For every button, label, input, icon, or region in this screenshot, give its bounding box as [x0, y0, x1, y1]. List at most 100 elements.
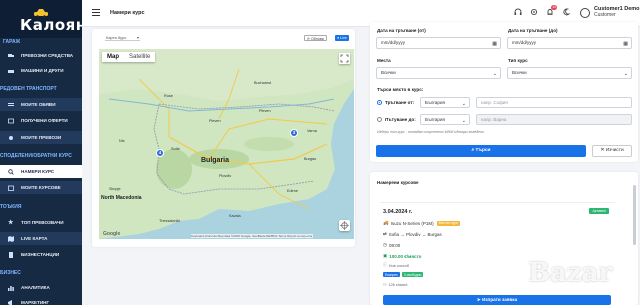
filter-card: Дата на тръгване (от) mm/dd/yyyy ▦ Дата …	[370, 22, 638, 162]
send-icon: ➤	[476, 297, 481, 302]
map-type-satellite[interactable]: Satellite	[124, 52, 155, 62]
sidebar-item-label: LIVE КАРТА	[21, 236, 48, 241]
bell-icon[interactable]: 10	[546, 5, 557, 16]
radio-to[interactable]	[377, 117, 382, 122]
money-icon: ▣	[383, 253, 388, 258]
sidebar-item-label: БИЗНЕСТАНЦИИ	[21, 252, 60, 257]
course-type-select[interactable]: Всички ⌄	[507, 67, 632, 79]
google-map[interactable]: Map Satellite Bucharest Ruse Pleven Plev…	[99, 49, 354, 239]
map-type-map[interactable]: Map	[102, 52, 124, 62]
express-tag: Експрес	[383, 272, 400, 277]
map-city-edirne: Edirne	[287, 189, 298, 193]
notifications-badge: 10	[551, 5, 557, 10]
list-item[interactable]: 3.04.2024 г. Активен 🚚 Isuzu N-Series (P…	[380, 202, 615, 305]
map-search-placeholder: Карта Курс	[106, 35, 127, 40]
section-regular: РЕДОВЕН ТРАНСПОРТ	[0, 86, 57, 92]
to-label: Пътуване до:	[385, 117, 416, 122]
courses-title: Намерени курсове	[377, 180, 419, 185]
watermark-logo: Bazar	[528, 258, 613, 288]
sidebar-item-marketing[interactable]: МАРКЕТИНГ	[0, 296, 82, 305]
sidebar-item-my-ads[interactable]: МОИТЕ ОБЯВИ	[0, 98, 82, 111]
sidebar-item-label: ТОП ПРЕВОЗВАЧИ	[21, 220, 64, 225]
course-payment-text: Нов способ	[388, 263, 410, 268]
from-city-placeholder: напр. София	[481, 100, 508, 105]
star-icon: ★	[8, 219, 14, 226]
course-type-label: Тип курс	[508, 58, 528, 63]
section-business: БИЗНЕС	[0, 270, 21, 276]
chevron-down-icon: ⌄	[461, 101, 466, 107]
map-city-craiova: Ruse	[164, 94, 173, 98]
course-payment: ⓘ Нов способ	[383, 263, 409, 268]
close-icon: ✕	[600, 148, 605, 153]
moon-icon[interactable]	[562, 8, 571, 16]
map-card: Карта Курс ▾ ⟳ Обнови ● Live Map Satelli…	[92, 29, 355, 247]
map-cluster-marker[interactable]: 3	[290, 129, 298, 137]
sidebar-item-analytics[interactable]: АНАЛИТИКА	[0, 281, 82, 294]
live-dot-icon: ●	[337, 36, 340, 40]
send-request-button[interactable]: ➤ Изпрати заявка	[383, 295, 611, 305]
search-button[interactable]: ⌕ Търси	[376, 145, 586, 157]
map-country-north-macedonia: North Macedonia	[101, 195, 142, 201]
course-seats-info-text: 126 shared	[388, 282, 408, 287]
list-icon	[8, 102, 14, 108]
live-label: Live	[340, 36, 347, 40]
sidebar-item-top-carriers[interactable]: ★ ТОП ПРЕВОЗВАЧИ	[0, 216, 82, 229]
sidebar-item-business-stations[interactable]: БИЗНЕСТАНЦИИ	[0, 248, 82, 261]
gear-icon[interactable]	[530, 8, 538, 16]
user-role: Customer	[594, 12, 616, 18]
clear-button-label: Изчисти	[605, 148, 624, 153]
map-city-kavala: Kavala	[229, 214, 241, 218]
sidebar-item-my-courses[interactable]: МОИТЕ КУРСОВЕ	[0, 181, 82, 194]
from-city-input[interactable]: напр. София	[476, 97, 632, 108]
menu-toggle-icon[interactable]	[92, 9, 100, 16]
sidebar-item-offers[interactable]: ПОЛУЧЕНИ ОФЕРТИ	[0, 114, 82, 127]
map-background	[99, 49, 354, 239]
map-cluster-marker[interactable]: 4	[156, 149, 164, 157]
sidebar-item-machines[interactable]: МАШИНИ И ДРУГИ	[0, 64, 82, 77]
sidebar-item-find-course[interactable]: НАМЕРИ КУРС	[0, 165, 82, 178]
date-to-label: Дата на тръгване (до)	[508, 28, 558, 33]
user-menu[interactable]: Customer1 Demo Customer	[580, 6, 640, 19]
sidebar-item-label: МАШИНИ И ДРУГИ	[21, 68, 64, 73]
course-tags: Експрес 3 свободни	[383, 272, 424, 277]
fullscreen-icon[interactable]	[339, 53, 350, 64]
route-icon	[8, 135, 14, 141]
section-garage: ГАРАЖ	[3, 39, 21, 45]
refresh-icon: ⟳	[307, 37, 311, 41]
seats-label: Места	[377, 58, 391, 63]
inbox-icon	[8, 118, 14, 124]
map-attribution[interactable]: Keyboard shortcuts Map data ©2025 Google…	[191, 234, 313, 238]
to-country-value: България	[425, 117, 445, 122]
map-search-input[interactable]: Карта Курс ▾	[105, 34, 140, 41]
from-country-select[interactable]: България ⌄	[420, 97, 470, 108]
course-date: 3.04.2024 г.	[383, 209, 413, 215]
clear-button[interactable]: ✕ Изчисти	[592, 145, 632, 157]
sidebar-item-vehicles[interactable]: ПРЕВОЗНИ СРЕДСТВА	[0, 49, 82, 62]
headset-icon[interactable]	[514, 8, 522, 16]
date-from-field[interactable]: mm/dd/yyyy ▦	[376, 37, 501, 49]
refresh-chip[interactable]: ⟳ Обнови	[304, 35, 327, 41]
sidebar-item-my-transports[interactable]: МОИТЕ ПРЕВОЗИ	[0, 131, 82, 144]
zoom-control-icon[interactable]	[339, 220, 350, 231]
live-chip[interactable]: ● Live	[335, 35, 349, 41]
search-button-label: Търси	[475, 148, 491, 153]
map-city-thessaloniki: Thessaloniki	[159, 219, 181, 223]
scrollbar[interactable]	[633, 185, 636, 245]
course-price: ▣ 100.00 €/място	[383, 253, 421, 259]
section-top: ТОЪКИЯ	[0, 204, 22, 210]
sidebar-item-live-map[interactable]: LIVE КАРТА	[0, 232, 82, 245]
radio-from[interactable]	[377, 100, 382, 105]
chevron-down-icon: ⌄	[492, 71, 497, 77]
date-to-field[interactable]: mm/dd/yyyy ▦	[507, 37, 632, 49]
machine-icon	[8, 68, 14, 74]
to-city-input[interactable]: напр. Варна	[476, 114, 632, 125]
seats-select[interactable]: Всички ⌄	[376, 67, 501, 79]
send-request-label: Изпрати заявка	[481, 297, 518, 302]
route-icon: ⇄	[383, 231, 387, 236]
search-place-label: Търси място в курс:	[377, 87, 424, 92]
chevron-down-icon: ⌄	[461, 118, 466, 124]
map-city-sofia: Sofia	[171, 147, 180, 151]
to-country-select[interactable]: България ⌄	[420, 114, 470, 125]
sidebar-item-label: НАМЕРИ КУРС	[21, 169, 55, 174]
clock-icon: ◷	[383, 242, 387, 247]
